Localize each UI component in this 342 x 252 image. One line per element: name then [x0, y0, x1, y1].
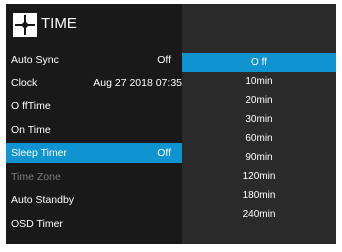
off-time-menu-item[interactable]: O ffTime — [6, 96, 182, 116]
time-zone-menu-item: Time Zone — [6, 167, 182, 187]
on-time-menu-item[interactable]: On Time — [6, 120, 182, 140]
off-time-label: O ffTime — [11, 100, 51, 112]
auto-sync-value: Off — [157, 54, 171, 66]
clock-menu-item[interactable]: Clock Aug 27 2018 07:35 — [6, 73, 182, 93]
time-settings-screen: TIME Auto Sync Off Clock Aug 27 2018 07:… — [6, 4, 336, 244]
sleep-timer-menu-item[interactable]: Sleep Timer Off — [6, 143, 182, 163]
sleep-timer-option-20min[interactable]: 20min — [182, 91, 336, 110]
clock-value: Aug 27 2018 07:35 — [93, 77, 182, 89]
auto-sync-label: Auto Sync — [11, 54, 59, 66]
on-time-label: On Time — [11, 124, 51, 136]
page-title: TIME — [41, 15, 77, 32]
sleep-timer-value: Off — [157, 147, 171, 159]
sleep-timer-option-120min[interactable]: 120min — [182, 167, 336, 186]
sleep-timer-option-180min[interactable]: 180min — [182, 186, 336, 205]
time-icon-center-dot — [22, 22, 28, 28]
sleep-timer-option-60min[interactable]: 60min — [182, 129, 336, 148]
sleep-timer-option-10min[interactable]: 10min — [182, 72, 336, 91]
sleep-timer-option-90min[interactable]: 90min — [182, 148, 336, 167]
sleep-timer-option-30min[interactable]: 30min — [182, 110, 336, 129]
sleep-timer-option-240min[interactable]: 240min — [182, 205, 336, 224]
osd-timer-label: OSD Timer — [11, 218, 63, 230]
time-zone-label: Time Zone — [11, 171, 61, 183]
auto-standby-menu-item[interactable]: Auto Standby — [6, 190, 182, 210]
auto-sync-menu-item[interactable]: Auto Sync Off — [6, 50, 182, 70]
auto-standby-label: Auto Standby — [11, 194, 75, 206]
clock-label: Clock — [11, 77, 38, 89]
sleep-timer-option-off[interactable]: O ff — [182, 53, 336, 72]
time-menu-header: TIME — [6, 4, 182, 44]
osd-timer-menu-item[interactable]: OSD Timer — [6, 214, 182, 234]
time-icon — [13, 13, 37, 37]
sleep-timer-label: Sleep Timer — [11, 147, 68, 159]
